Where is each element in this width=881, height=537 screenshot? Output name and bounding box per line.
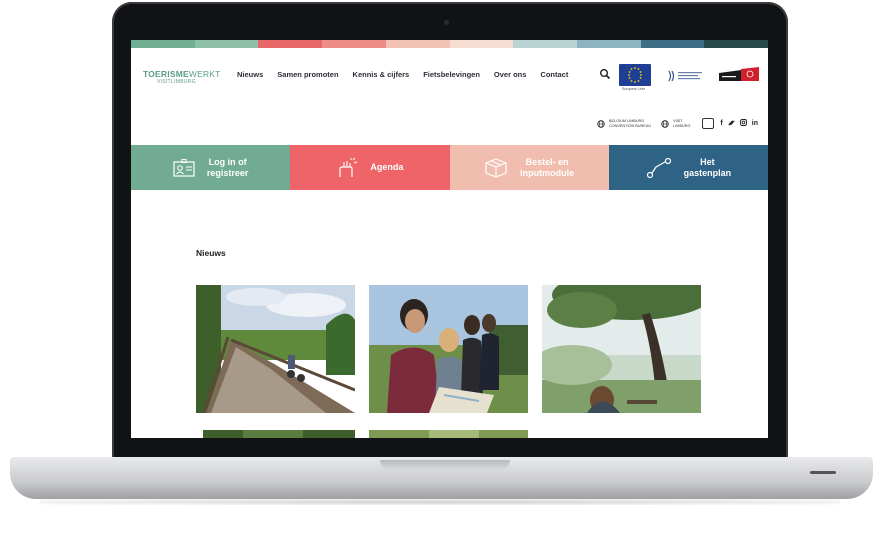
route-icon [646,157,671,178]
eu-caption: Europese Unie [622,87,646,91]
eu-flag-logo [619,64,651,86]
news-card-5-image[interactable] [369,429,528,438]
linkedin-icon[interactable]: in [752,120,758,127]
facebook-icon[interactable]: f [720,120,722,127]
instagram-icon[interactable] [739,119,747,128]
top-navigation: TOERISMEWERKT VISITLIMBURG Nieuws Samen … [131,56,768,96]
quicklink-bestel-line2: inputmodule [520,167,575,178]
menu-item-fietsbelevingen[interactable]: Fietsbelevingen [423,70,480,79]
quicklink-login-line1: Log in of [208,156,247,167]
color-strip [131,40,768,48]
logo-light: WERKT [188,69,221,79]
menu-item-over-ons[interactable]: Over ons [494,70,527,79]
quicklink-gastenplan[interactable]: Het gastenplan [608,145,768,190]
quicklink-login[interactable]: Log in of registreer [131,145,291,190]
main-menu: Nieuws Samen promoten Kennis & cijfers F… [237,70,582,79]
convention-line2: CONVENTION BUREAU [608,123,652,128]
quicklink-gastenplan-line1: Het [700,156,715,167]
visit-limburg-link[interactable]: VISIT LIMBURG [661,119,690,128]
flemish-government-logo [668,70,702,82]
menu-item-nieuws[interactable]: Nieuws [237,70,263,79]
news-card-3-image[interactable] [542,285,701,413]
social-links: f in [702,118,758,129]
logo-subtitle: VISITLIMBURG [157,79,196,85]
media-icon[interactable] [702,118,715,129]
laptop-notch [380,460,510,470]
search-icon[interactable] [599,68,611,80]
menu-item-samen-promoten[interactable]: Samen promoten [277,70,338,79]
quicklink-login-line2: registreer [206,167,249,178]
news-card-1-image[interactable] [196,285,355,413]
laptop-shadow [40,499,840,505]
id-card-icon [173,158,195,177]
quicklink-gastenplan-line2: gastenplan [683,167,732,178]
menu-item-kennis-cijfers[interactable]: Kennis & cijfers [353,70,410,79]
logo-bold: TOERISME [143,69,189,79]
laptop-port [810,471,836,474]
news-heading: Nieuws [196,248,226,258]
visit-line2: LIMBURG [673,123,691,128]
box-icon [485,157,507,178]
twitter-icon[interactable] [727,120,735,128]
site-logo[interactable]: TOERISMEWERKT VISITLIMBURG [143,69,221,85]
news-card-2-image[interactable] [369,285,528,413]
quicklink-agenda[interactable]: Agenda [290,145,450,190]
quicklink-bestel[interactable]: Bestel- en inputmodule [449,145,609,190]
globe-icon [597,119,605,128]
quicklink-bestel-line1: Bestel- en [525,156,569,167]
quicklink-agenda-label: Agenda [370,162,404,172]
menu-item-contact[interactable]: Contact [540,70,568,79]
globe-icon [661,119,669,128]
convention-bureau-link[interactable]: BELGIUM LIMBURG CONVENTION BUREAU [597,119,651,128]
news-card-4-image[interactable] [203,429,355,438]
quicklinks-bar: Log in of registreer Agenda Bestel- en i… [131,145,768,190]
browser-screen: TOERISMEWERKT VISITLIMBURG Nieuws Samen … [131,40,768,438]
utility-bar: BELGIUM LIMBURG CONVENTION BUREAU VISIT … [587,118,758,129]
limburg-logo [719,67,759,81]
party-hand-icon [339,157,358,177]
camera [444,20,449,25]
